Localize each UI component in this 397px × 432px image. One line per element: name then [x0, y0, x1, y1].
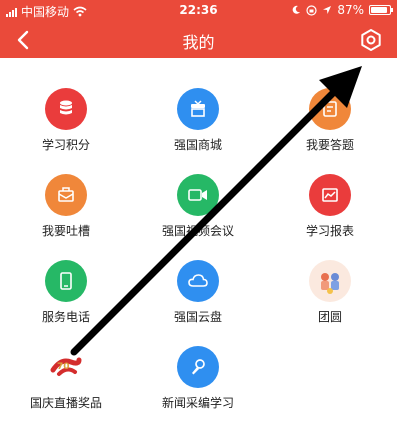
video-call-icon [177, 174, 219, 216]
menu-item-label: 国庆直播奖品 [29, 396, 102, 410]
menu-item-cloud-drive[interactable]: 强国云盘 [132, 230, 264, 324]
quiz-icon [309, 88, 351, 130]
anniversary-ribbon-icon: 70 [45, 346, 87, 388]
menu-item-learning-points[interactable]: 学习积分 [0, 58, 132, 152]
status-right: 87% [291, 3, 393, 17]
menu-item-feedback[interactable]: 我要吐槽 [0, 144, 132, 238]
page-title: 我的 [182, 33, 215, 52]
menu-item-study-report[interactable]: 学习报表 [264, 144, 396, 238]
menu-item-shop[interactable]: 强国商城 [132, 58, 264, 152]
svg-text:70: 70 [57, 362, 70, 372]
menu-item-label: 团圆 [317, 310, 342, 324]
battery-icon [369, 5, 393, 15]
battery-level-fill [371, 7, 387, 13]
gear-icon[interactable] [359, 28, 383, 52]
database-icon [45, 88, 87, 130]
location-icon [323, 6, 332, 14]
menu-item-quiz[interactable]: 我要答题 [264, 58, 396, 152]
menu-item-video-conference[interactable]: 强国视频会议 [132, 144, 264, 238]
battery-percent: 87% [337, 3, 364, 17]
menu-item-reunion[interactable]: 团圆 [264, 230, 396, 324]
header: 我的 [0, 22, 397, 58]
reunion-illustration-icon [309, 260, 351, 302]
report-chart-icon [309, 174, 351, 216]
orientation-lock-icon [306, 4, 317, 16]
menu-item-label: 新闻采编学习 [161, 396, 234, 410]
menu-item-national-day-prize[interactable]: 70 国庆直播奖品 [0, 316, 132, 410]
shop-icon [177, 88, 219, 130]
microphone-icon [177, 346, 219, 388]
cloud-icon [177, 260, 219, 302]
feedback-mail-icon [45, 174, 87, 216]
menu-item-service-phone[interactable]: 服务电话 [0, 230, 132, 324]
status-bar: 中国移动 22:36 87% [0, 0, 397, 22]
moon-icon [293, 5, 301, 14]
phone-icon [45, 260, 87, 302]
menu-item-news-editing[interactable]: 新闻采编学习 [132, 316, 264, 410]
